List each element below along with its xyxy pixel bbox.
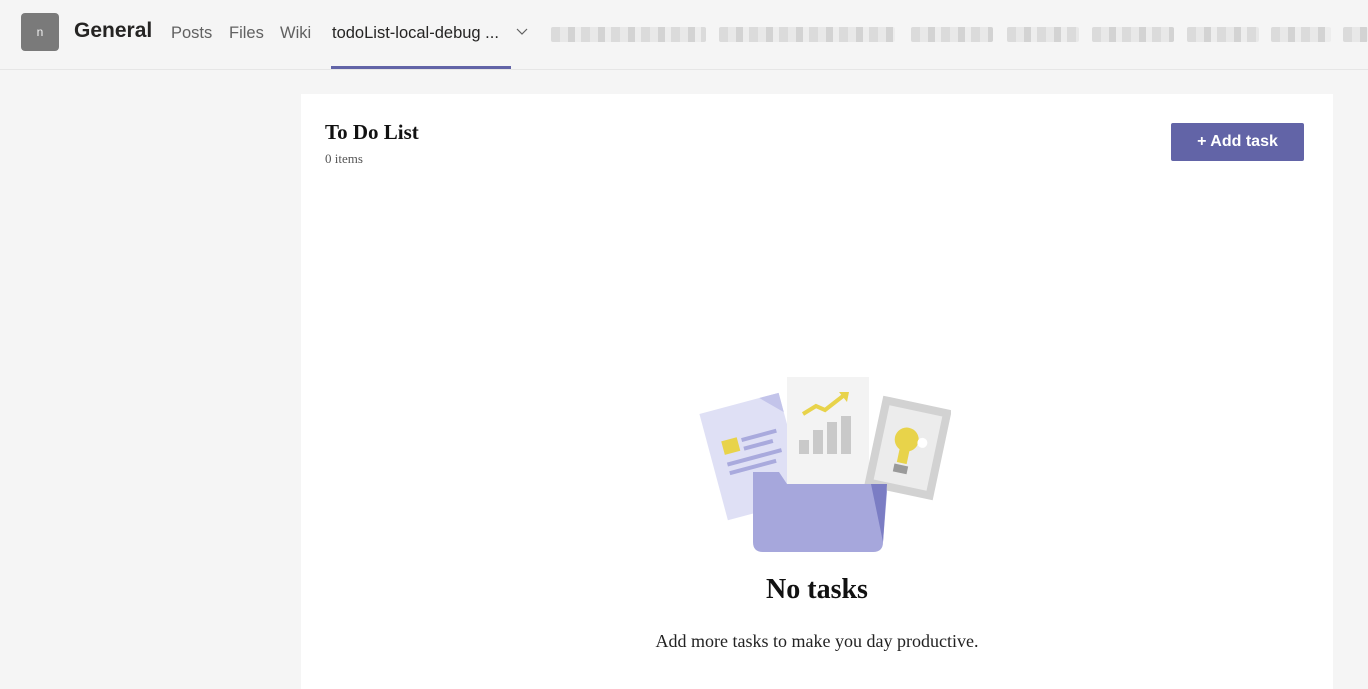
redacted-tab[interactable] bbox=[1092, 27, 1174, 42]
team-avatar[interactable]: n bbox=[21, 13, 59, 51]
active-tab-indicator bbox=[331, 66, 511, 69]
empty-state-illustration bbox=[699, 377, 951, 552]
redacted-tab[interactable] bbox=[1343, 27, 1368, 42]
tab-files[interactable]: Files bbox=[229, 24, 264, 43]
empty-state-subtitle: Add more tasks to make you day productiv… bbox=[655, 631, 979, 651]
tab-todolist-label: todoList-local-debug ... bbox=[332, 24, 499, 42]
todo-item-count: 0 items bbox=[325, 151, 363, 166]
redacted-tab[interactable] bbox=[1007, 27, 1079, 42]
add-task-button[interactable]: + Add task bbox=[1171, 123, 1304, 161]
redacted-tab[interactable] bbox=[551, 27, 706, 42]
channel-title: General bbox=[74, 19, 153, 42]
tab-todolist[interactable]: todoList-local-debug ... bbox=[332, 24, 499, 43]
redacted-tab[interactable] bbox=[1187, 27, 1259, 42]
todo-card: To Do List 0 items + Add task No tasks A… bbox=[301, 94, 1333, 689]
empty-state-title: No tasks bbox=[766, 574, 868, 605]
redacted-tab[interactable] bbox=[911, 27, 993, 42]
todo-list-title: To Do List bbox=[325, 120, 419, 144]
channel-header: n General Posts Files Wiki todoList-loca… bbox=[0, 0, 1368, 70]
tab-wiki[interactable]: Wiki bbox=[280, 24, 311, 43]
redacted-tab[interactable] bbox=[1271, 27, 1331, 42]
tab-posts[interactable]: Posts bbox=[171, 24, 212, 43]
team-avatar-letter: n bbox=[36, 25, 44, 39]
redacted-tab[interactable] bbox=[719, 27, 895, 42]
chevron-down-icon[interactable] bbox=[516, 27, 528, 37]
